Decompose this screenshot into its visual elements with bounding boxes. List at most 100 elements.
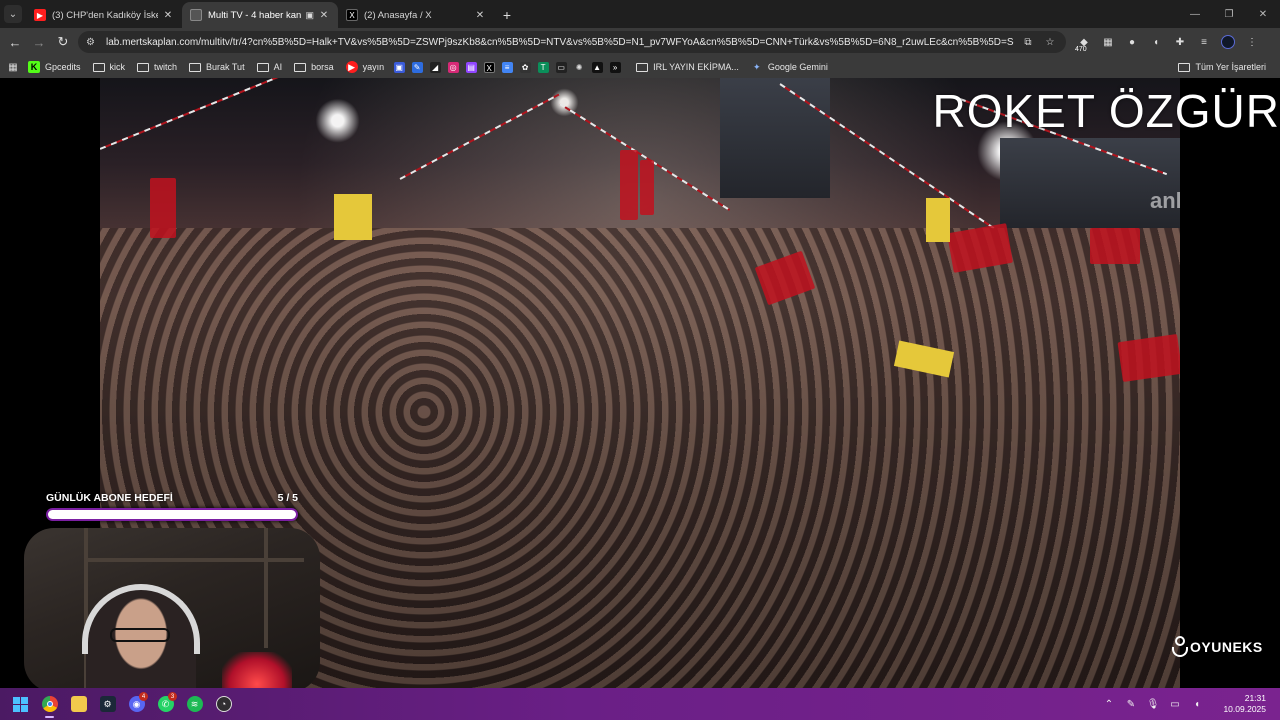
bookmark-label: borsa: [311, 62, 334, 72]
bookmark-label: kick: [109, 62, 126, 72]
bookmark-icon-8[interactable]: ▲: [588, 57, 606, 77]
back-button[interactable]: ←: [3, 30, 27, 54]
spotify-icon: ≋: [186, 696, 203, 712]
folder-icon: [137, 62, 150, 72]
forward-button[interactable]: →: [27, 30, 51, 54]
tab-multitv[interactable]: Multi TV - 4 haber kanalını ▣ ✕: [182, 2, 338, 28]
bookmark-icon-1[interactable]: ▣: [390, 57, 408, 77]
extension-blue-icon[interactable]: ●: [1120, 32, 1144, 52]
speaker-icon[interactable]: ◖: [1186, 688, 1208, 720]
minimize-icon[interactable]: —: [1178, 0, 1212, 28]
red-light: [222, 652, 292, 688]
tab-title: (2) Anasayfa / X: [364, 9, 432, 21]
close-icon[interactable]: ✕: [162, 10, 174, 21]
chevron-up-icon[interactable]: ⌃: [1098, 688, 1120, 720]
docs-icon[interactable]: ≡: [498, 57, 516, 77]
profile-avatar[interactable]: [1216, 32, 1240, 52]
close-window-icon[interactable]: ✕: [1246, 0, 1280, 28]
notification-badge: 4: [139, 692, 148, 701]
tab-x[interactable]: X (2) Anasayfa / X ✕: [338, 2, 494, 28]
red-flag: [1117, 334, 1180, 382]
url-text[interactable]: lab.mertskaplan.com/multitv/tr/4?cn%5B%5…: [106, 37, 1014, 48]
webcam-feed: [24, 528, 320, 688]
cast-icon[interactable]: ▣: [305, 10, 314, 21]
extension-nvidia-icon[interactable]: ▦: [1096, 32, 1120, 52]
tab-strip: ⌄ ▶ (3) CHP'den Kadıköy İskele Mey ✕ Mul…: [0, 0, 1280, 28]
close-icon[interactable]: ✕: [474, 10, 486, 21]
bookmark-folder-ai[interactable]: AI: [251, 57, 289, 77]
all-bookmarks-button[interactable]: Tüm Yer İşaretleri: [1172, 56, 1272, 78]
taskbar-chrome[interactable]: [35, 688, 64, 720]
tab-search-button[interactable]: ⌄: [0, 0, 26, 28]
red-flag: [620, 150, 638, 220]
tab-youtube[interactable]: ▶ (3) CHP'den Kadıköy İskele Mey ✕: [26, 2, 182, 28]
bookmark-folder-twitch[interactable]: twitch: [131, 57, 183, 77]
taskbar-whatsapp[interactable]: ✆ 3: [151, 688, 180, 720]
bookmark-icon-2[interactable]: ✎: [408, 57, 426, 77]
puzzle-icon[interactable]: ✚: [1168, 32, 1192, 52]
brand-text: OYUNEKS: [1190, 639, 1263, 655]
bookmark-icon-4[interactable]: ✿: [516, 57, 534, 77]
taskbar-obs[interactable]: ◔: [209, 688, 238, 720]
shelf-post: [264, 528, 268, 648]
media-controls-icon[interactable]: ≡: [1192, 32, 1216, 52]
reload-button[interactable]: ↻: [51, 30, 75, 54]
bookmark-gemini[interactable]: ✦ Google Gemini: [745, 57, 834, 77]
taskbar-spotify[interactable]: ≋: [180, 688, 209, 720]
taskbar-discord[interactable]: ◉ 4: [122, 688, 151, 720]
extension-counter-icon[interactable]: ◆ 470: [1072, 32, 1096, 53]
bookmark-icon-6[interactable]: ▭: [552, 57, 570, 77]
window-controls: — ❐ ✕: [1178, 0, 1280, 28]
share-icon[interactable]: ⧉: [1020, 37, 1036, 48]
notification-badge: 3: [168, 692, 177, 701]
bookmark-icon-7[interactable]: ✺: [570, 57, 588, 77]
bookmarks-bar: ▦ K Gpcedits kick twitch Burak Tut AI bor…: [0, 56, 1280, 78]
tab-title: (3) CHP'den Kadıköy İskele Mey: [52, 9, 158, 21]
bookmark-icon-3[interactable]: ◢: [426, 57, 444, 77]
menu-icon[interactable]: ⋮: [1240, 32, 1264, 52]
bookmark-label: twitch: [154, 62, 178, 72]
bookmark-folder-kick[interactable]: kick: [87, 57, 132, 77]
address-bar[interactable]: ⚙ lab.mertskaplan.com/multitv/tr/4?cn%5B…: [78, 31, 1066, 53]
glasses: [110, 628, 170, 642]
bookmark-gpcedits[interactable]: K Gpcedits: [22, 57, 87, 77]
pen-icon[interactable]: ✎: [1120, 688, 1142, 720]
youtube-icon: ▶: [34, 9, 46, 21]
bookmark-yayin[interactable]: ▶ yayın: [340, 57, 391, 77]
folder-icon: [636, 62, 649, 72]
maximize-icon[interactable]: ❐: [1212, 0, 1246, 28]
instagram-icon[interactable]: ◎: [444, 57, 462, 77]
close-icon[interactable]: ✕: [318, 10, 330, 21]
bookmark-folder-borsa[interactable]: borsa: [288, 57, 340, 77]
red-flag: [1090, 228, 1140, 264]
bookmark-icon-5[interactable]: T: [534, 57, 552, 77]
yellow-sign: [926, 198, 950, 242]
x-icon[interactable]: X: [480, 57, 498, 77]
bookmark-star-icon[interactable]: ☆: [1042, 37, 1058, 48]
bookmark-label: Google Gemini: [767, 62, 828, 72]
twitch-icon[interactable]: ▤: [462, 57, 480, 77]
red-flag: [150, 178, 176, 238]
new-tab-button[interactable]: +: [494, 2, 520, 28]
site-info-icon[interactable]: ⚙: [86, 37, 100, 48]
bookmark-folder-irl[interactable]: IRL YAYIN EKİPMA...: [630, 57, 745, 77]
chevron-down-icon: ⌄: [4, 5, 22, 23]
apps-grid-icon[interactable]: ▦: [4, 57, 22, 77]
gemini-icon: ✦: [753, 61, 761, 72]
clock[interactable]: 21:31 10.09.2025: [1208, 693, 1280, 715]
taskbar-steam[interactable]: ⚙: [93, 688, 122, 720]
tab-title: Multi TV - 4 haber kanalını: [208, 9, 302, 21]
extension-badge: 470: [1075, 46, 1087, 53]
bunting-string: [100, 78, 416, 150]
bookmark-icon-9[interactable]: »: [606, 57, 624, 77]
microphone-icon[interactable]: 🎙: [1142, 688, 1164, 720]
volume-extension-icon[interactable]: ◖: [1144, 32, 1168, 52]
bookmark-label: yayın: [362, 62, 385, 72]
start-button[interactable]: [6, 688, 35, 720]
network-icon[interactable]: ▭: [1164, 688, 1186, 720]
bookmark-label: Gpcedits: [45, 62, 81, 72]
obs-icon: ◔: [215, 696, 232, 712]
taskbar-file-explorer[interactable]: [64, 688, 93, 720]
bookmark-folder-burak-tut[interactable]: Burak Tut: [183, 57, 251, 77]
windows-taskbar: ⚙ ◉ 4 ✆ 3 ≋ ◔ ⌃ ✎ 🎙 ▭ ◖ 21:31 10.09.2025: [0, 688, 1280, 720]
